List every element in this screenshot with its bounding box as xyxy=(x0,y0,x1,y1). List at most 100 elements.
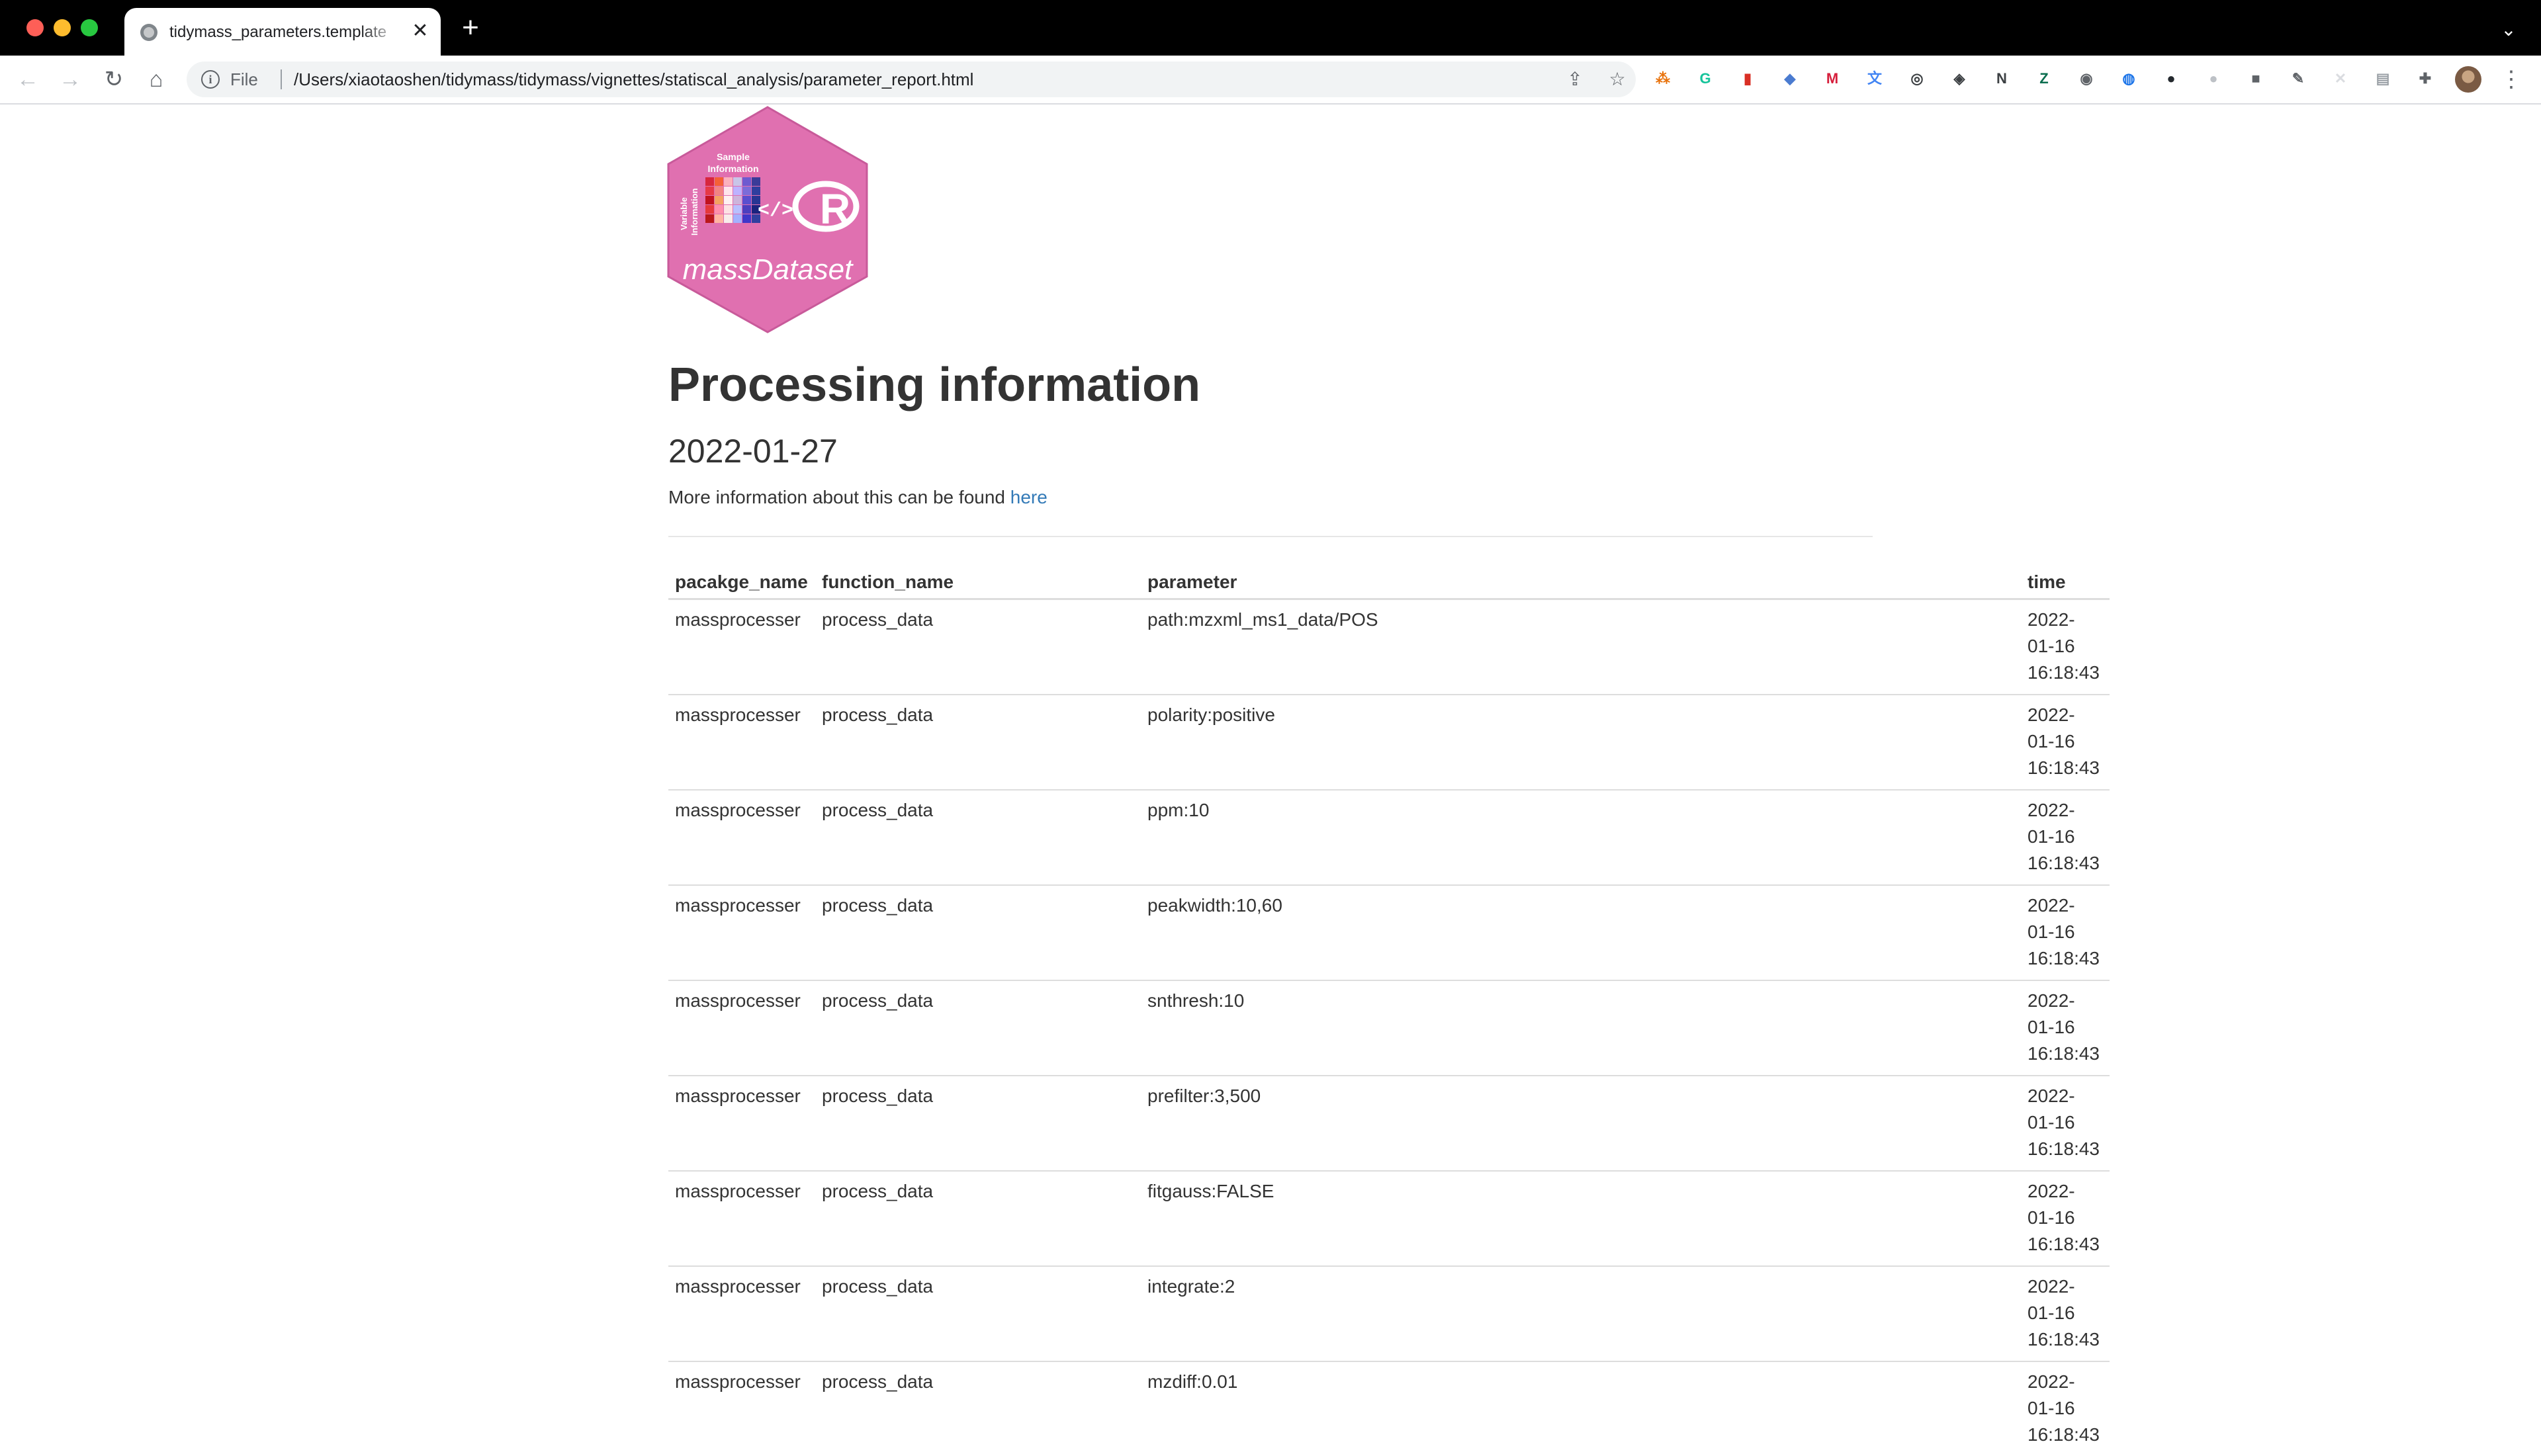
time-line: 16:18:43 xyxy=(2028,660,2103,686)
logo-matrix-cell xyxy=(705,187,714,195)
time-line: 16:18:43 xyxy=(2028,850,2103,877)
cell-parameter: integrate:2 xyxy=(1141,1266,2021,1361)
cell-parameter: mzdiff:0.01 xyxy=(1141,1361,2021,1456)
time-line: 16:18:43 xyxy=(2028,1231,2103,1258)
cell-time: 2022-01-1616:18:43 xyxy=(2021,1266,2110,1361)
cell-function-name: process_data xyxy=(815,1266,1141,1361)
more-info-text: More information about this can be found xyxy=(668,487,1005,507)
hierarchy-extension-icon[interactable]: ⁂ xyxy=(1652,67,1674,90)
logo-matrix-cell xyxy=(733,214,742,223)
time-line: 2022- xyxy=(2028,702,2103,728)
time-line: 01-16 xyxy=(2028,1014,2103,1041)
pen-extension-icon[interactable]: ✎ xyxy=(2287,67,2309,90)
bookmark-star-icon[interactable]: ☆ xyxy=(1607,69,1628,90)
address-bar[interactable]: i File /Users/xiaotaoshen/tidymass/tidym… xyxy=(187,62,1636,97)
cell-function-name: process_data xyxy=(815,695,1141,790)
extensions-puzzle-icon[interactable]: ✚ xyxy=(2414,67,2436,90)
info-icon[interactable]: i xyxy=(201,70,220,89)
github-extension-icon[interactable]: ● xyxy=(2160,67,2182,90)
scheme-label: File xyxy=(230,68,258,91)
column-header-time: time xyxy=(2021,562,2110,599)
logo-sample-info-line1: Sample xyxy=(717,151,750,162)
x-extension-icon[interactable]: ✕ xyxy=(2329,67,2352,90)
home-icon[interactable]: ⌂ xyxy=(143,66,169,93)
logo-matrix-cell xyxy=(724,205,733,214)
time-line: 01-16 xyxy=(2028,1395,2103,1422)
gray-circle-extension-icon[interactable]: ● xyxy=(2202,67,2225,90)
logo-code-symbol: </> xyxy=(758,200,793,222)
logo-matrix-cell xyxy=(705,214,714,223)
table-row: massprocesserprocess_dataprefilter:3,500… xyxy=(668,1076,2110,1171)
document-extension-icon[interactable]: ▤ xyxy=(2372,67,2394,90)
more-menu-icon[interactable]: ⋮ xyxy=(2500,66,2520,93)
logo-matrix-cell xyxy=(733,177,742,186)
table-row: massprocesserprocess_datapeakwidth:10,60… xyxy=(668,885,2110,980)
minimize-window-button[interactable] xyxy=(54,19,71,36)
browser-tab-active[interactable]: tidymass_parameters.template ✕ xyxy=(124,8,441,56)
tab-search-chevron-icon[interactable]: ⌄ xyxy=(2496,17,2521,42)
cell-package-name: massprocesser xyxy=(668,1171,815,1266)
google-translate-icon[interactable]: 文 xyxy=(1863,67,1886,90)
cell-time: 2022-01-1616:18:43 xyxy=(2021,599,2110,695)
logo-matrix-cell xyxy=(715,177,723,186)
profile-avatar[interactable] xyxy=(2455,66,2481,93)
time-line: 16:18:43 xyxy=(2028,1041,2103,1067)
gray-square-extension-icon[interactable]: ■ xyxy=(2245,67,2267,90)
notion-web-clipper-icon[interactable]: N xyxy=(1990,67,2013,90)
new-tab-button[interactable]: + xyxy=(457,15,484,42)
logo-matrix-cell xyxy=(715,196,723,204)
cell-time: 2022-01-1616:18:43 xyxy=(2021,790,2110,885)
close-window-button[interactable] xyxy=(26,19,44,36)
red-book-extension-icon[interactable]: ▮ xyxy=(1736,67,1759,90)
more-info-link[interactable]: here xyxy=(1010,487,1048,507)
back-arrow-icon[interactable]: ← xyxy=(15,66,41,93)
logo-name: massDataset xyxy=(683,253,854,286)
blue-drop-extension-icon[interactable]: ◍ xyxy=(2118,67,2140,90)
zoom-window-button[interactable] xyxy=(81,19,98,36)
url-text[interactable]: /Users/xiaotaoshen/tidymass/tidymass/vig… xyxy=(294,68,973,91)
cell-parameter: peakwidth:10,60 xyxy=(1141,885,2021,980)
search-translate-icon[interactable]: ◎ xyxy=(1906,67,1928,90)
table-header-row: pacakge_name function_name parameter tim… xyxy=(668,562,2110,599)
lens-extension-icon[interactable]: ◉ xyxy=(2075,67,2098,90)
green-z-extension-icon[interactable]: Z xyxy=(2033,67,2055,90)
forward-arrow-icon[interactable]: → xyxy=(57,66,83,93)
logo-matrix-cell xyxy=(742,214,751,223)
cell-parameter: ppm:10 xyxy=(1141,790,2021,885)
logo-matrix-cell xyxy=(724,214,733,223)
reload-icon[interactable]: ↻ xyxy=(101,66,127,93)
cell-package-name: massprocesser xyxy=(668,1266,815,1361)
table-row: massprocesserprocess_datamzdiff:0.012022… xyxy=(668,1361,2110,1456)
logo-matrix-cell xyxy=(715,205,723,214)
time-line: 01-16 xyxy=(2028,1300,2103,1326)
time-line: 01-16 xyxy=(2028,1205,2103,1231)
time-line: 2022- xyxy=(2028,1273,2103,1300)
column-header-function: function_name xyxy=(815,562,1141,599)
fox-extension-icon[interactable]: ◈ xyxy=(1948,67,1971,90)
time-line: 16:18:43 xyxy=(2028,1422,2103,1448)
cell-package-name: massprocesser xyxy=(668,599,815,695)
cell-package-name: massprocesser xyxy=(668,980,815,1076)
horizontal-rule xyxy=(668,536,1873,537)
cell-package-name: massprocesser xyxy=(668,695,815,790)
logo-variable-info-line1: Variable xyxy=(679,197,689,230)
table-row: massprocesserprocess_datappm:102022-01-1… xyxy=(668,790,2110,885)
time-line: 2022- xyxy=(2028,1369,2103,1395)
grammarly-icon[interactable]: G xyxy=(1694,67,1716,90)
zotero-connector-icon[interactable]: ◆ xyxy=(1779,67,1801,90)
mendeley-icon[interactable]: M xyxy=(1821,67,1844,90)
globe-icon xyxy=(140,24,157,41)
logo-matrix-cell xyxy=(705,196,714,204)
time-line: 01-16 xyxy=(2028,633,2103,660)
cell-time: 2022-01-1616:18:43 xyxy=(2021,1171,2110,1266)
cell-parameter: fitgauss:FALSE xyxy=(1141,1171,2021,1266)
time-line: 2022- xyxy=(2028,892,2103,919)
share-icon[interactable]: ⇪ xyxy=(1564,69,1585,90)
logo-matrix-cell xyxy=(742,205,751,214)
table-row: massprocesserprocess_datasnthresh:102022… xyxy=(668,980,2110,1076)
logo-matrix-cell xyxy=(724,196,733,204)
tab-close-icon[interactable]: ✕ xyxy=(409,20,431,42)
cell-function-name: process_data xyxy=(815,885,1141,980)
time-line: 01-16 xyxy=(2028,919,2103,945)
logo-matrix-cell xyxy=(752,177,760,186)
